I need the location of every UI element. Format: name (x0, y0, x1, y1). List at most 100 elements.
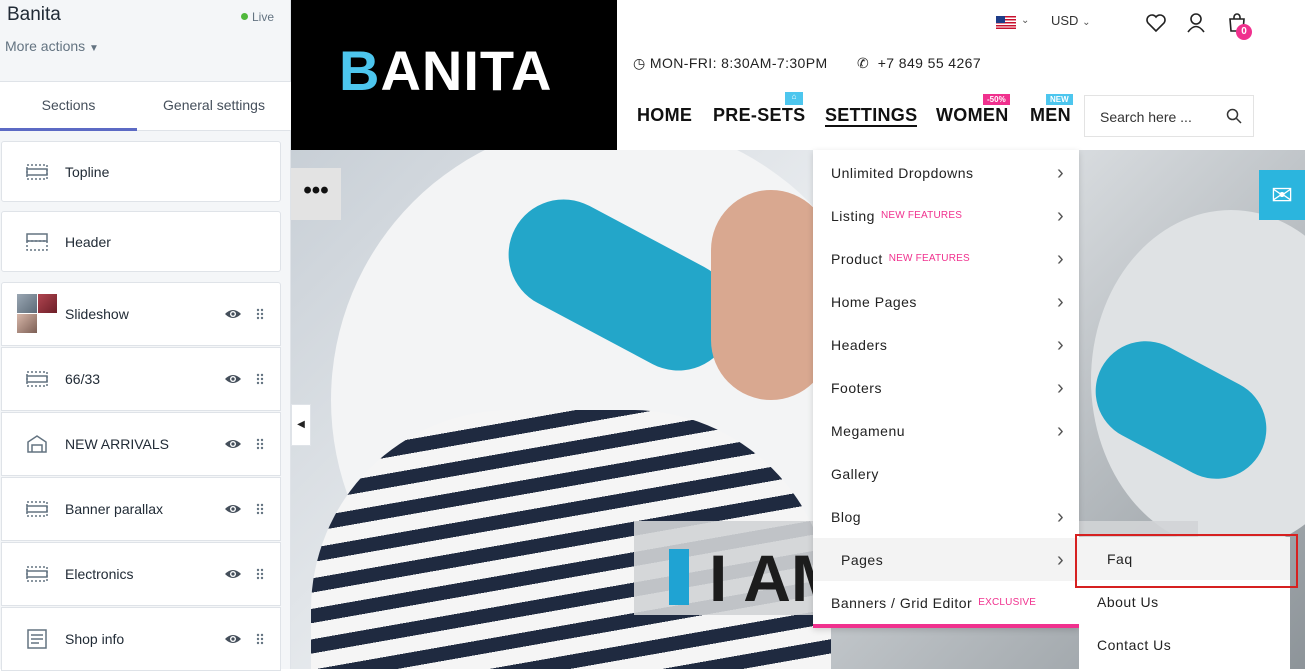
phone-icon: ✆ (857, 55, 870, 71)
section-item-header[interactable]: Header (1, 211, 281, 272)
section-item-shop-info[interactable]: Shop info (1, 607, 281, 671)
eye-icon[interactable] (224, 373, 242, 385)
user-icon[interactable] (1186, 12, 1206, 33)
eye-icon[interactable] (224, 568, 242, 580)
chevron-right-icon: › (1057, 162, 1064, 184)
text-block-icon (27, 629, 47, 649)
dropdown-item[interactable]: Home Pages (831, 294, 917, 310)
section-label: Topline (65, 163, 110, 180)
drag-handle-icon[interactable] (256, 438, 264, 450)
section-label: Slideshow (65, 306, 129, 322)
heart-icon[interactable] (1145, 13, 1167, 33)
nav-pre-sets[interactable]: PRE-SETS (713, 105, 805, 126)
clock-icon: ◷ (633, 55, 646, 71)
dropdown-item[interactable]: Blog (831, 509, 861, 525)
section-label: NEW ARRIVALS (65, 436, 169, 452)
dropdown-item[interactable]: Product NEW FEATURES (831, 251, 970, 267)
store-hours: ◷ MON-FRI: 8:30AM-7:30PM (633, 55, 828, 72)
search-box[interactable]: Search here ... (1084, 95, 1254, 137)
phone-text: +7 849 55 4267 (877, 55, 982, 71)
editor-tabs: Sections General settings (0, 81, 291, 131)
store-logo[interactable]: BANITA (291, 0, 617, 150)
dropdown-item[interactable]: Listing NEW FEATURES (831, 208, 962, 224)
chevron-right-icon: › (1057, 549, 1064, 571)
dropdown-item-label: Unlimited Dropdowns (831, 165, 974, 181)
home-badge-icon: ⌂ (785, 92, 803, 105)
us-flag-icon[interactable] (996, 16, 1016, 29)
dropdown-item[interactable]: Footers (831, 380, 882, 396)
section-label: Electronics (65, 566, 134, 582)
mail-icon[interactable]: ✉ (1259, 170, 1305, 220)
search-icon[interactable] (1226, 108, 1242, 124)
currency-label: USD (1051, 13, 1079, 28)
dropdown-item[interactable]: Banners / Grid Editor EXCLUSIVE (831, 595, 1036, 611)
caret-down-icon: ▼ (89, 43, 99, 54)
chevron-down-icon: ⌄ (1082, 17, 1091, 28)
search-input[interactable]: Search here ... (1100, 109, 1192, 125)
dropdown-item[interactable]: Unlimited Dropdowns (831, 165, 974, 181)
layout-bar-icon (26, 566, 48, 582)
currency-selector[interactable]: USD ⌄ (1051, 13, 1090, 28)
submenu-item-about-us[interactable]: About Us (1097, 594, 1159, 610)
dropdown-item-label: Listing (831, 208, 875, 224)
submenu-item-contact-us[interactable]: Contact Us (1097, 637, 1171, 653)
nav-home[interactable]: HOME (637, 105, 692, 126)
dropdown-item[interactable]: Megamenu (831, 423, 905, 439)
section-item-topline[interactable]: Topline (1, 141, 281, 202)
dropdown-item-label: Footers (831, 380, 882, 396)
logo-first-letter: B (339, 39, 381, 102)
layout-header-icon (26, 232, 48, 251)
drag-handle-icon[interactable] (256, 633, 264, 645)
section-item-slideshow[interactable]: Slideshow (1, 282, 281, 346)
tab-sections[interactable]: Sections (0, 82, 137, 131)
dropdown-item-label: Gallery (831, 466, 879, 482)
chevron-right-icon: › (1057, 420, 1064, 442)
drag-handle-icon[interactable] (256, 373, 264, 385)
eye-icon[interactable] (224, 438, 242, 450)
feature-tag: EXCLUSIVE (978, 597, 1037, 608)
nav-settings[interactable]: SETTINGS (825, 105, 918, 127)
drag-handle-icon[interactable] (256, 308, 264, 320)
nav-men[interactable]: MEN (1030, 105, 1071, 126)
dropdown-item[interactable]: Gallery (831, 466, 879, 482)
drag-handle-icon[interactable] (256, 568, 264, 580)
section-item-banner-parallax[interactable]: Banner parallax (1, 477, 281, 541)
layout-bar-icon (26, 163, 48, 180)
layout-bar-icon (26, 501, 48, 517)
section-item-66-33[interactable]: 66/33 (1, 347, 281, 411)
chevron-down-icon: ⌄ (1021, 15, 1030, 26)
dropdown-item[interactable]: Headers (831, 337, 887, 353)
more-actions-button[interactable]: More actions ▼ (5, 38, 99, 54)
section-label: Shop info (65, 631, 125, 647)
store-phone: ✆ +7 849 55 4267 (857, 55, 981, 72)
section-item-new-arrivals[interactable]: NEW ARRIVALS (1, 412, 281, 476)
nav-women[interactable]: WOMEN (936, 105, 1009, 126)
collapse-sidebar-button[interactable]: ◀ (291, 404, 311, 446)
chevron-right-icon: › (1057, 334, 1064, 356)
tab-general-settings[interactable]: General settings (137, 82, 291, 131)
chevron-right-icon: › (1057, 205, 1064, 227)
shop-name: Banita (7, 4, 61, 25)
feature-tag: NEW FEATURES (888, 253, 970, 264)
section-item-electronics[interactable]: Electronics (1, 542, 281, 606)
product-tag-icon (27, 435, 47, 453)
dropdown-item-label: Pages (841, 552, 884, 568)
hero-options-button[interactable]: ••• (291, 168, 341, 220)
dropdown-item-label: Banners / Grid Editor (831, 595, 973, 611)
eye-icon[interactable] (224, 633, 242, 645)
chevron-right-icon: › (1057, 248, 1064, 270)
dropdown-item[interactable]: Pages (841, 552, 883, 568)
live-dot-icon (240, 13, 248, 20)
feature-tag: NEW FEATURES (880, 210, 963, 221)
more-actions-label: More actions (5, 38, 86, 54)
dropdown-item-label: Megamenu (831, 423, 906, 439)
sale-badge: -50% (983, 94, 1010, 105)
chevron-right-icon: › (1057, 377, 1064, 399)
section-label: Banner parallax (65, 501, 164, 517)
section-label: 66/33 (65, 371, 101, 387)
eye-icon[interactable] (224, 308, 242, 320)
dropdown-item-label: Product (831, 251, 883, 267)
eye-icon[interactable] (224, 503, 242, 515)
drag-handle-icon[interactable] (256, 503, 264, 515)
status-text: Live (251, 10, 274, 24)
